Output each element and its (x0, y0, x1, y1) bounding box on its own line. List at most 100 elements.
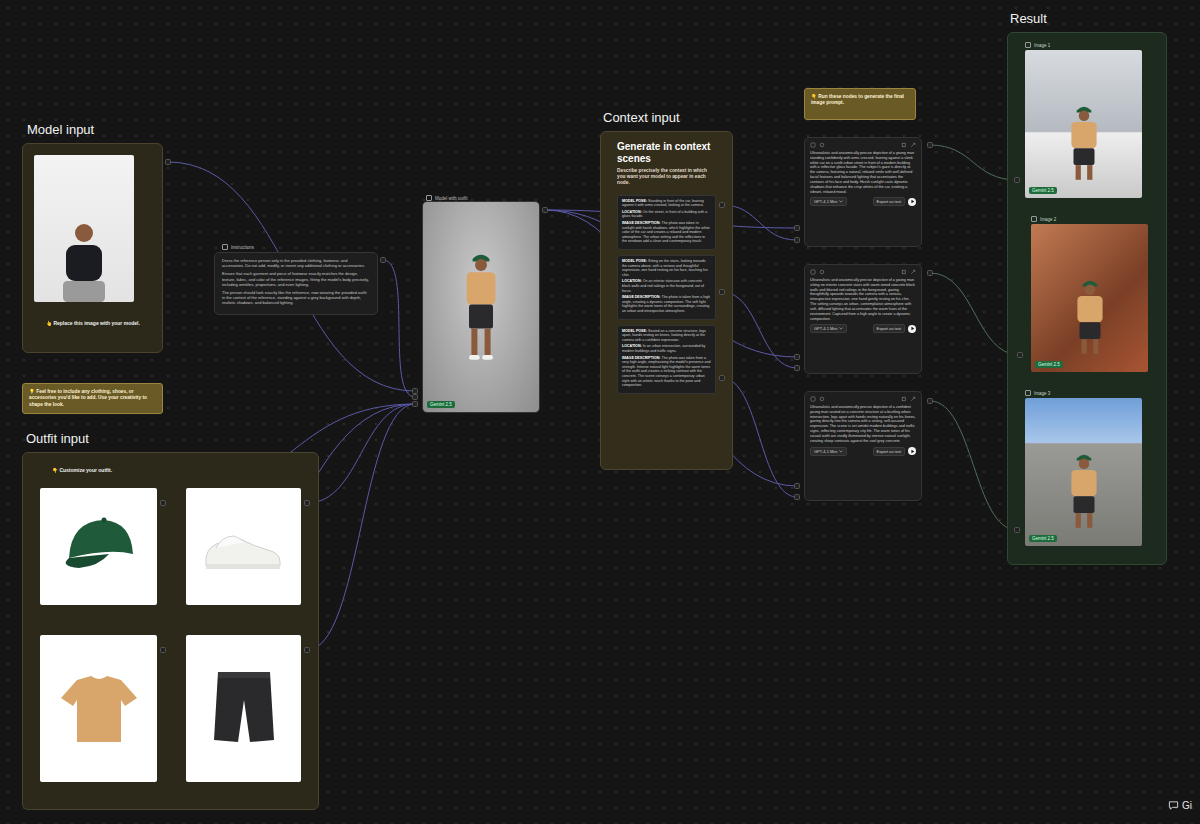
node-port[interactable] (794, 494, 800, 500)
connection-edge (930, 401, 1017, 530)
export-button[interactable]: Export as text (873, 324, 905, 333)
model-hint: 👆 Replace this image with your model. (34, 320, 151, 327)
expand-icon[interactable] (910, 142, 916, 148)
person-figure (1063, 448, 1105, 532)
node-port[interactable] (794, 225, 800, 231)
model-with-outfit-node[interactable]: Gemini 2.5 (422, 201, 540, 413)
node-port[interactable] (412, 401, 418, 407)
scene-node[interactable]: MODEL POSE: Sitting on the stairs, looki… (617, 255, 716, 320)
scene-node[interactable]: MODEL POSE: Seated on a concrete structu… (617, 325, 716, 394)
result-item[interactable]: Image 1 Gemini 2.5 (1025, 42, 1149, 198)
result-item[interactable]: Image 2 Gemini 2.5 (1031, 216, 1149, 372)
outfit-item[interactable] (40, 488, 157, 605)
model-select[interactable]: GPT-4.1 Mini (810, 197, 847, 206)
prompt-text[interactable]: Ultrarealistic and anatomically precise … (810, 278, 916, 321)
scene-field: LOCATION: On an interior staircase with … (622, 279, 711, 293)
prompt-text[interactable]: Ultrarealistic and anatomically precise … (810, 151, 916, 194)
instructions-text: Ensure that each garment and piece of fo… (222, 271, 370, 287)
node-port[interactable] (794, 365, 800, 371)
node-port[interactable] (794, 354, 800, 360)
play-icon (909, 325, 916, 332)
run-note: 👇 Run these nodes to generate the final … (804, 88, 916, 120)
export-button[interactable]: Export as text (873, 447, 905, 456)
link-icon[interactable] (819, 269, 825, 275)
node-port[interactable] (927, 142, 933, 148)
scene-field: MODEL POSE: Seated on a concrete structu… (622, 329, 711, 343)
result-photo[interactable]: Gemini 2.5 (1025, 398, 1142, 546)
node-port[interactable] (380, 257, 386, 263)
group-title: Outfit input (26, 431, 89, 446)
model-select[interactable]: GPT-4.1 Mini (810, 324, 847, 333)
run-button[interactable] (908, 198, 916, 206)
context-input-group[interactable]: Generate in context scenes Describe prec… (600, 131, 733, 470)
instructions-node[interactable]: Dress the reference person only in the p… (214, 252, 378, 315)
link-icon[interactable] (819, 396, 825, 402)
prompt-node[interactable]: Ultrarealistic and anatomically precise … (804, 391, 922, 501)
expand-icon[interactable] (910, 269, 916, 275)
node-port[interactable] (1014, 177, 1020, 183)
tee-icon (49, 658, 149, 758)
model-badge: Gemini 2.5 (1029, 187, 1057, 194)
result-item[interactable]: Image 3 Gemini 2.5 (1025, 390, 1149, 546)
node-port[interactable] (542, 207, 548, 213)
generated-photo: Gemini 2.5 (423, 202, 539, 412)
node-port[interactable] (165, 159, 171, 165)
connection-edge (307, 404, 415, 503)
outfit-note: 💡 Feel free to include any clothing, sho… (22, 383, 163, 414)
scene-node[interactable]: MODEL POSE: Standing in front of the car… (617, 195, 716, 250)
node-port[interactable] (719, 289, 725, 295)
node-port[interactable] (1014, 527, 1020, 533)
run-button[interactable] (908, 325, 916, 333)
outfit-input-group[interactable]: 👇 Customize your outfit. (22, 452, 319, 810)
settings-icon[interactable] (810, 269, 816, 275)
settings-icon[interactable] (810, 142, 816, 148)
person-figure (457, 247, 505, 367)
node-port[interactable] (719, 202, 725, 208)
node-port[interactable] (304, 647, 310, 653)
settings-icon[interactable] (810, 396, 816, 402)
chat-icon (1168, 800, 1179, 811)
node-port[interactable] (927, 270, 933, 276)
result-photo[interactable]: Gemini 2.5 (1025, 50, 1142, 198)
model-select[interactable]: GPT-4.1 Mini (810, 447, 847, 456)
scene-field: LOCATION: On the street, in front of a b… (622, 210, 711, 219)
model-input-group[interactable]: 👆 Replace this image with your model. (22, 143, 163, 353)
copy-icon[interactable] (901, 396, 907, 402)
node-port[interactable] (794, 237, 800, 243)
connection-edge (545, 210, 797, 357)
node-port[interactable] (794, 483, 800, 489)
link-icon[interactable] (819, 142, 825, 148)
result-group[interactable]: Image 1 Gemini 2.5 Image 2 Gemini 2.5 Imag… (1007, 32, 1167, 565)
node-port[interactable] (1017, 352, 1023, 358)
node-port[interactable] (160, 500, 166, 506)
node-port[interactable] (719, 375, 725, 381)
image-icon (1025, 42, 1031, 48)
export-button[interactable]: Export as text (873, 197, 905, 206)
prompt-node[interactable]: Ultrarealistic and anatomically precise … (804, 137, 922, 247)
shorts-icon (194, 658, 294, 758)
chat-button[interactable]: Gi (1168, 800, 1192, 811)
run-button[interactable] (908, 447, 916, 455)
outfit-item[interactable] (186, 635, 301, 782)
result-photo[interactable]: Gemini 2.5 (1031, 224, 1148, 372)
connection-edge (307, 404, 415, 650)
workflow-canvas[interactable]: Model input 👆 Replace this image with yo… (0, 0, 1200, 824)
node-port[interactable] (304, 500, 310, 506)
node-port[interactable] (412, 394, 418, 400)
prompt-node[interactable]: Ultrarealistic and anatomically precise … (804, 264, 922, 374)
prompt-text[interactable]: Ultrarealistic and anatomically precise … (810, 405, 916, 444)
node-port[interactable] (927, 398, 933, 404)
chevron-icon (839, 200, 843, 203)
outfit-item[interactable] (40, 635, 157, 782)
group-title: Result (1010, 11, 1047, 26)
node-port[interactable] (160, 647, 166, 653)
scene-field: MODEL POSE: Standing in front of the car… (622, 199, 711, 208)
model-photo[interactable] (34, 155, 134, 302)
chevron-icon (839, 450, 843, 453)
model-badge: Gemini 2.5 (427, 401, 455, 408)
shoes-icon (194, 496, 294, 596)
copy-icon[interactable] (901, 142, 907, 148)
copy-icon[interactable] (901, 269, 907, 275)
outfit-item[interactable] (186, 488, 301, 605)
expand-icon[interactable] (910, 396, 916, 402)
